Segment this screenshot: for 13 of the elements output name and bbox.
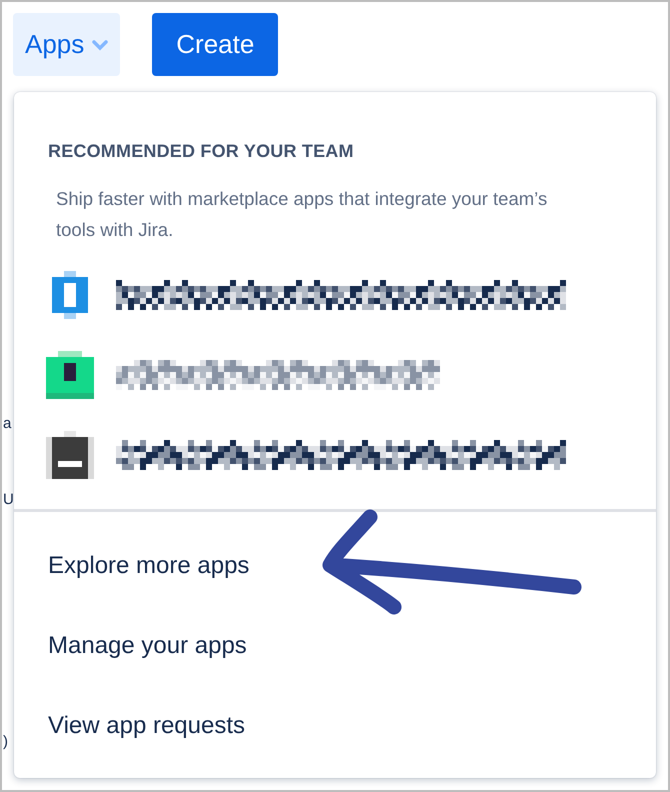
app-logo-icon[interactable] [46,431,94,479]
menu-link[interactable]: Explore more apps [14,526,656,606]
background-text: ) [3,734,8,749]
background-text: U [3,492,14,507]
create-button[interactable]: Create [152,13,278,76]
section-description: Ship faster with marketplace apps that integrate your team’s tools with Jira. [56,187,548,242]
background-text: a [3,416,12,431]
app-logo-icon[interactable] [46,351,94,399]
section-heading: RECOMMENDED FOR YOUR TEAM [48,140,355,163]
chevron-down-icon [92,38,108,50]
menu-link[interactable]: View app requests [14,686,656,766]
apps-dropdown-button[interactable]: Apps [13,13,120,76]
menu-link[interactable]: Manage your apps [14,606,656,686]
